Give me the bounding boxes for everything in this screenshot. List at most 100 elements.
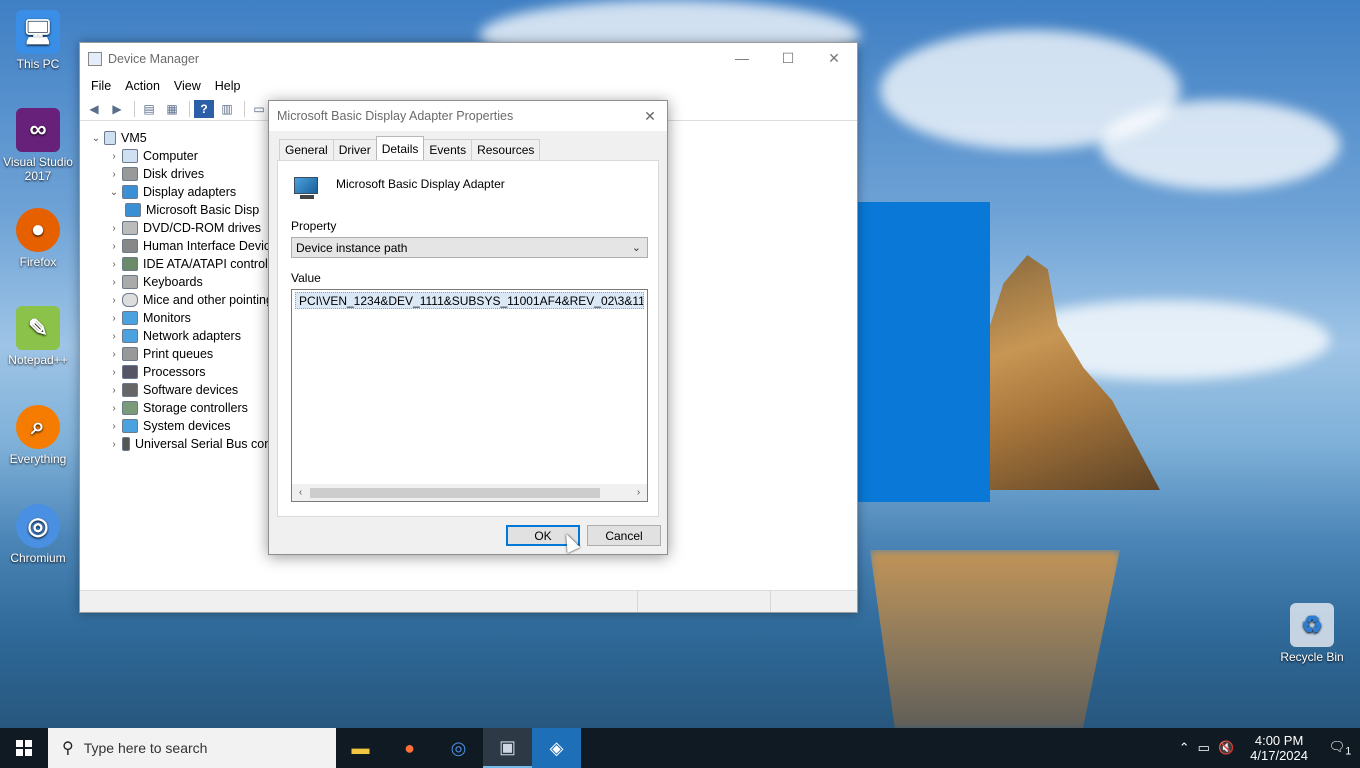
chevron-right-icon[interactable]: › bbox=[106, 421, 122, 432]
close-button[interactable]: ✕ bbox=[811, 43, 857, 73]
desktop-icon-everything[interactable]: ⌕ Everything bbox=[0, 405, 76, 466]
usb-icon bbox=[122, 437, 130, 451]
desktop-icon-visual-studio[interactable]: ∞ Visual Studio 2017 bbox=[0, 108, 76, 183]
windows-logo-icon bbox=[16, 740, 32, 756]
display-adapter-icon bbox=[292, 175, 322, 201]
chevron-right-icon[interactable]: › bbox=[106, 259, 122, 270]
menu-action[interactable]: Action bbox=[118, 79, 167, 93]
desktop-icon-label: Firefox bbox=[19, 255, 57, 269]
close-icon[interactable]: ✕ bbox=[639, 106, 661, 126]
minimize-button[interactable]: — bbox=[719, 43, 765, 73]
display-adapter-icon bbox=[125, 203, 141, 217]
help-icon[interactable]: ? bbox=[194, 99, 214, 118]
tree-root-label: VM5 bbox=[121, 131, 147, 145]
property-label: Property bbox=[291, 219, 337, 233]
monitor-icon bbox=[122, 311, 138, 325]
cancel-button[interactable]: Cancel bbox=[587, 525, 661, 546]
horizontal-scrollbar[interactable]: ‹ › bbox=[292, 484, 647, 501]
device-manager-icon[interactable]: ▣ bbox=[483, 728, 532, 768]
desktop-icon-chromium[interactable]: ◎ Chromium bbox=[0, 504, 76, 565]
tree-item-label: Keyboards bbox=[143, 275, 203, 289]
network-adapter-icon bbox=[122, 329, 138, 343]
action-pane-icon[interactable]: ▥ bbox=[217, 100, 237, 118]
desktop-icon-this-pc[interactable]: 🖥 This PC bbox=[0, 10, 76, 71]
tree-item-label: Software devices bbox=[143, 383, 239, 397]
tree-item-label: System devices bbox=[143, 419, 231, 433]
device-name: Microsoft Basic Display Adapter bbox=[336, 177, 505, 191]
tab-events[interactable]: Events bbox=[423, 139, 473, 160]
chevron-right-icon[interactable]: › bbox=[106, 439, 122, 450]
chevron-right-icon[interactable]: › bbox=[106, 169, 122, 180]
tree-item-label: Display adapters bbox=[143, 185, 237, 199]
tree-item-label: Storage controllers bbox=[143, 401, 248, 415]
value-listbox[interactable]: PCI\VEN_1234&DEV_1111&SUBSYS_11001AF4&RE… bbox=[291, 289, 648, 502]
status-bar bbox=[80, 590, 857, 612]
scroll-left-icon[interactable]: ‹ bbox=[292, 487, 309, 498]
chevron-right-icon[interactable]: › bbox=[106, 223, 122, 234]
desktop-icon-notepad-plus-plus[interactable]: ✎ Notepad++ bbox=[0, 306, 76, 367]
volume-muted-icon[interactable]: 🔇 bbox=[1214, 740, 1238, 756]
virtualbox-icon[interactable]: ◈ bbox=[532, 728, 581, 768]
desktop-icon-firefox[interactable]: ● Firefox bbox=[0, 208, 76, 269]
computer-icon bbox=[104, 131, 116, 145]
device-manager-icon bbox=[88, 52, 102, 66]
tab-general[interactable]: General bbox=[279, 139, 334, 160]
chevron-right-icon[interactable]: › bbox=[106, 403, 122, 414]
chevron-right-icon[interactable]: › bbox=[106, 295, 122, 306]
network-icon[interactable]: ▭ bbox=[1194, 740, 1214, 756]
start-button[interactable] bbox=[0, 728, 48, 768]
property-select[interactable]: Device instance path ⌄ bbox=[291, 237, 648, 258]
properties-dialog[interactable]: Microsoft Basic Display Adapter Properti… bbox=[268, 100, 668, 555]
scroll-right-icon[interactable]: › bbox=[630, 487, 647, 498]
desktop-icon-label: Notepad++ bbox=[8, 353, 68, 367]
desktop-icon-recycle-bin[interactable]: ♻ Recycle Bin bbox=[1274, 603, 1350, 664]
scrollbar-thumb[interactable] bbox=[310, 488, 600, 498]
dvd-drive-icon bbox=[122, 221, 138, 235]
tree-item-label: Disk drives bbox=[143, 167, 205, 181]
firefox-icon[interactable]: ● bbox=[385, 728, 434, 768]
menu-bar: File Action View Help bbox=[80, 75, 857, 97]
back-arrow-icon[interactable]: ◀ bbox=[84, 100, 104, 118]
chromium-icon[interactable]: ◎ bbox=[434, 728, 483, 768]
chevron-down-icon[interactable]: ⌄ bbox=[106, 187, 122, 198]
chevron-right-icon[interactable]: › bbox=[106, 313, 122, 324]
tab-resources[interactable]: Resources bbox=[471, 139, 541, 160]
tab-details[interactable]: Details bbox=[375, 136, 425, 160]
chevron-right-icon[interactable]: › bbox=[106, 331, 122, 342]
storage-controller-icon bbox=[122, 401, 138, 415]
menu-help[interactable]: Help bbox=[208, 79, 248, 93]
chevron-right-icon[interactable]: › bbox=[106, 349, 122, 360]
chevron-right-icon[interactable]: › bbox=[106, 151, 122, 162]
mouse-icon bbox=[122, 293, 138, 307]
chevron-up-icon[interactable]: ⌃ bbox=[1175, 740, 1194, 756]
menu-view[interactable]: View bbox=[167, 79, 208, 93]
maximize-button[interactable]: ☐ bbox=[765, 43, 811, 73]
file-explorer-icon[interactable]: ▬ bbox=[336, 728, 385, 768]
details-panel: Microsoft Basic Display Adapter Property… bbox=[277, 160, 659, 517]
search-icon: ⚲ bbox=[62, 740, 74, 757]
chevron-right-icon[interactable]: › bbox=[106, 241, 122, 252]
tree-item-label: Print queues bbox=[143, 347, 214, 361]
visual-studio-icon: ∞ bbox=[16, 108, 60, 152]
chevron-right-icon[interactable]: › bbox=[106, 385, 122, 396]
chevron-right-icon[interactable]: › bbox=[106, 277, 122, 288]
tree-item-label: IDE ATA/ATAPI controlle bbox=[143, 257, 278, 271]
properties-icon[interactable]: ▦ bbox=[162, 100, 182, 118]
show-hide-console-tree-icon[interactable]: ▤ bbox=[139, 100, 159, 118]
list-item[interactable]: PCI\VEN_1234&DEV_1111&SUBSYS_11001AF4&RE… bbox=[295, 292, 644, 309]
chevron-down-icon[interactable]: ⌄ bbox=[88, 133, 104, 144]
menu-file[interactable]: File bbox=[84, 79, 118, 93]
clock[interactable]: 4:00 PM 4/17/2024 bbox=[1238, 733, 1320, 763]
notification-icon[interactable]: 🗨1 bbox=[1320, 739, 1360, 758]
chevron-right-icon[interactable]: › bbox=[106, 367, 122, 378]
taskbar-search[interactable]: ⚲ Type here to search bbox=[48, 728, 336, 768]
software-device-icon bbox=[122, 383, 138, 397]
dialog-titlebar[interactable]: Microsoft Basic Display Adapter Properti… bbox=[269, 101, 667, 131]
desktop-icon-label: This PC bbox=[16, 57, 60, 71]
hid-icon bbox=[122, 239, 138, 253]
tab-driver[interactable]: Driver bbox=[332, 139, 377, 160]
forward-arrow-icon[interactable]: ▶ bbox=[107, 100, 127, 118]
chevron-down-icon: ⌄ bbox=[631, 242, 641, 254]
background-window[interactable] bbox=[857, 202, 990, 502]
monitor-icon[interactable]: ▭ bbox=[249, 100, 269, 118]
